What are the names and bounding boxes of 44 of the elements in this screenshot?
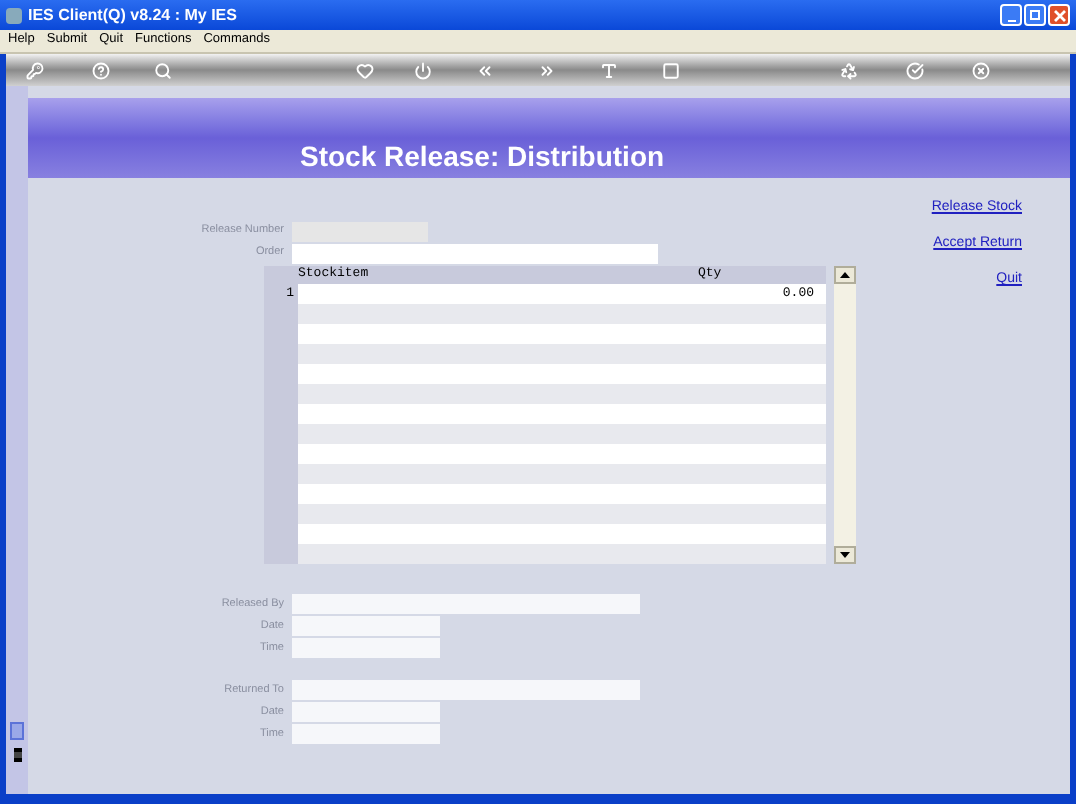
- help-icon[interactable]: [92, 61, 110, 79]
- table-row[interactable]: [298, 424, 826, 444]
- table-row[interactable]: [298, 464, 826, 484]
- table-row[interactable]: [298, 344, 826, 364]
- window-title: IES Client(Q) v8.24 : My IES: [28, 7, 237, 23]
- minimize-button[interactable]: [1000, 4, 1022, 26]
- table-row[interactable]: [298, 404, 826, 424]
- app-icon: [6, 7, 22, 23]
- input-field[interactable]: [292, 243, 658, 263]
- table-row[interactable]: [298, 384, 826, 404]
- table-row[interactable]: [298, 484, 826, 504]
- input-field[interactable]: [292, 594, 640, 614]
- tab-icon[interactable]: [10, 722, 24, 740]
- down-triangle-icon: [840, 552, 850, 558]
- table-row[interactable]: [298, 444, 826, 464]
- recycle-icon[interactable]: [840, 61, 858, 79]
- text-icon[interactable]: [600, 61, 618, 79]
- input-field[interactable]: [292, 616, 440, 636]
- search-icon[interactable]: [154, 61, 172, 79]
- page-title: Stock Release: Distribution: [300, 142, 665, 170]
- close-button[interactable]: [1048, 4, 1070, 26]
- key-icon[interactable]: [26, 61, 44, 79]
- maximize-button[interactable]: [1024, 4, 1046, 26]
- input-field[interactable]: [292, 638, 440, 658]
- scroll-up-button[interactable]: [834, 266, 856, 284]
- scroll-down-button[interactable]: [834, 546, 856, 564]
- bars-icon[interactable]: [13, 748, 21, 762]
- up-triangle-icon: [840, 272, 850, 278]
- square-icon[interactable]: [662, 61, 680, 79]
- heart-icon[interactable]: [356, 61, 374, 79]
- double-chevron-left-icon[interactable]: [476, 61, 494, 79]
- scrollbar[interactable]: [834, 266, 856, 564]
- check-icon[interactable]: [906, 61, 924, 79]
- table-row[interactable]: [298, 364, 826, 384]
- close-icon: [1053, 9, 1065, 21]
- power-icon[interactable]: [414, 61, 432, 79]
- double-chevron-right-icon[interactable]: [538, 61, 556, 79]
- close-icon[interactable]: [972, 61, 990, 79]
- table-row[interactable]: [298, 304, 826, 324]
- input-field[interactable]: [292, 702, 440, 722]
- table-row[interactable]: [298, 504, 826, 524]
- input-field[interactable]: [292, 724, 440, 744]
- table-row[interactable]: [298, 324, 826, 344]
- input-field[interactable]: [292, 680, 640, 700]
